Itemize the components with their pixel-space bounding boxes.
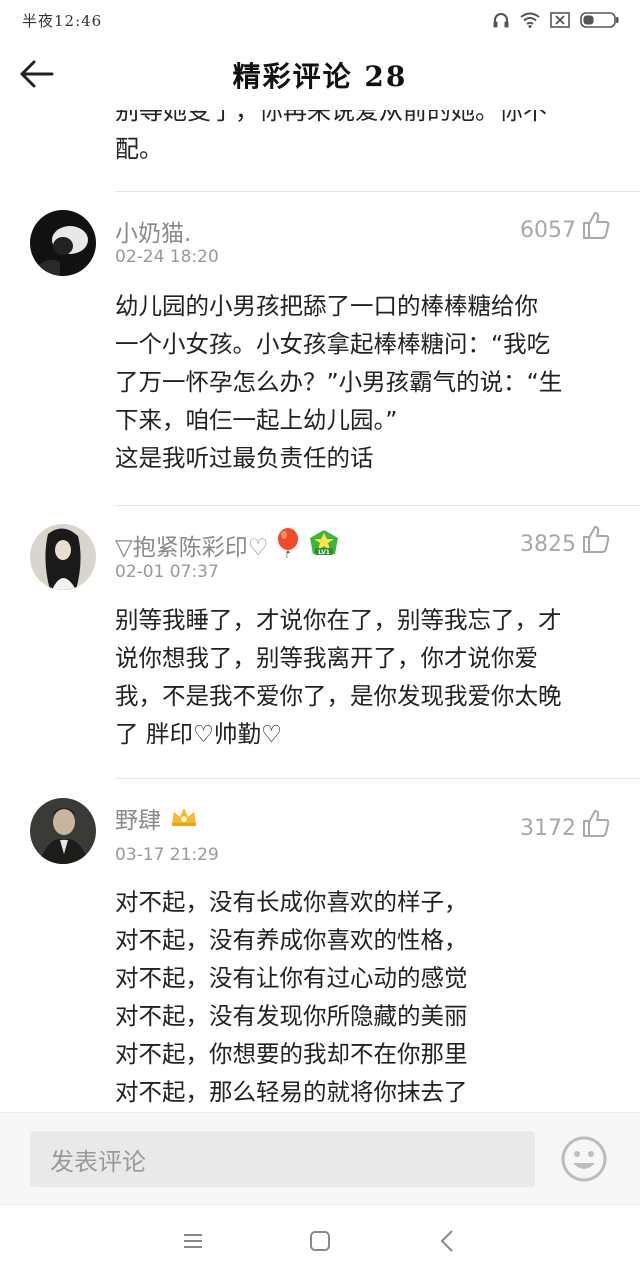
avatar[interactable]: [30, 210, 96, 276]
like-count: 3172: [520, 816, 576, 841]
status-icons: [492, 11, 620, 29]
crown-icon: [169, 804, 199, 832]
comment-input-bar: 发表评论: [0, 1112, 640, 1204]
headphone-icon: [492, 11, 510, 29]
partial-comment-text: 别等她变了，你再来说爱从前的她。你不 配。: [115, 110, 615, 168]
comment-line: 别等我睡了，才说你在了，别等我忘了，才: [115, 606, 562, 634]
avatar[interactable]: [30, 798, 96, 864]
home-square-icon: [309, 1230, 331, 1256]
comments-list[interactable]: 别等她变了，你再来说爱从前的她。你不 配。 小奶猫. 02-24 18:20 6…: [0, 110, 640, 1112]
page-title: 精彩评论 28: [232, 60, 408, 93]
comment-date: 02-01 07:37: [115, 562, 219, 582]
menu-icon: [182, 1232, 204, 1254]
comment-line: 对不起，那么轻易的就将你抹去了: [115, 1078, 468, 1106]
thumbs-up-icon: [582, 524, 610, 558]
comment-line: 了 胖印♡帅勤♡: [115, 720, 283, 748]
comment-line: 对不起，没有让你有过心动的感觉: [115, 964, 468, 992]
back-button[interactable]: [16, 56, 56, 96]
balloon-icon: [276, 528, 300, 562]
divider: [115, 778, 640, 779]
menu-button[interactable]: [173, 1223, 213, 1263]
sim-disabled-icon: [550, 12, 570, 28]
avatar[interactable]: [30, 524, 96, 590]
like-count: 3825: [520, 532, 576, 557]
username-row: 野肆: [115, 801, 199, 835]
level-badge-icon: LV1: [308, 529, 340, 561]
username-row: 小奶猫.: [115, 214, 191, 248]
comment-line: 幼儿园的小男孩把舔了一口的棒棒糖给你: [115, 292, 538, 320]
level-badge-label: LV1: [318, 549, 330, 556]
comment-line: 对不起，没有发现你所隐藏的美丽: [115, 1002, 468, 1030]
comment-line: 对不起，你想要的我却不在你那里: [115, 1040, 468, 1068]
system-back-button[interactable]: [427, 1223, 467, 1263]
comment-text: 对不起，没有长成你喜欢的样子， 对不起，没有养成你喜欢的性格， 对不起，没有让你…: [115, 883, 615, 1111]
wifi-icon: [520, 12, 540, 28]
arrow-left-icon: [18, 59, 54, 93]
divider: [115, 191, 640, 192]
comment-text: 幼儿园的小男孩把舔了一口的棒棒糖给你 一个小女孩。小女孩拿起棒棒糖问：“我吃 了…: [115, 287, 615, 477]
thumbs-up-icon: [582, 808, 610, 842]
status-bar: 半夜12:46: [0, 0, 640, 40]
comment-text: 别等我睡了，才说你在了，别等我忘了，才 说你想我了，别等我离开了，你才说你爱 我…: [115, 601, 615, 753]
partial-comment-line: 配。: [115, 135, 163, 163]
comment-date: 03-17 21:29: [115, 845, 219, 865]
like-count: 6057: [520, 218, 576, 243]
comment-line: 我，不是我不爱你了，是你发现我爱你太晚: [115, 682, 562, 710]
comment-date: 02-24 18:20: [115, 247, 219, 267]
comment-line: 对不起，没有养成你喜欢的性格，: [115, 926, 468, 954]
divider: [115, 505, 640, 506]
comment-input[interactable]: 发表评论: [30, 1131, 535, 1187]
emoji-button[interactable]: [560, 1135, 608, 1187]
battery-icon: [580, 12, 620, 28]
thumbs-up-icon: [582, 210, 610, 244]
partial-comment-line: 别等她变了，你再来说爱从前的她。你不: [115, 110, 547, 125]
username[interactable]: ▽抱紧陈彩印♡: [115, 528, 268, 562]
header: 精彩评论 28: [0, 40, 640, 110]
comment-line: 对不起，没有长成你喜欢的样子，: [115, 888, 468, 916]
comment-line: 了万一怀孕怎么办？”小男孩霸气的说：“生: [115, 368, 563, 396]
chevron-left-icon: [439, 1229, 455, 1257]
comment-line: 说你想我了，别等我离开了，你才说你爱: [115, 644, 538, 672]
username[interactable]: 小奶猫.: [115, 214, 191, 248]
system-nav-bar: [0, 1204, 640, 1280]
like-button[interactable]: 6057: [520, 210, 610, 244]
status-time: 半夜12:46: [22, 11, 103, 30]
like-button[interactable]: 3825: [520, 524, 610, 558]
comment-line: 下来，咱仨一起上幼儿园。”: [115, 406, 398, 434]
username-row: ▽抱紧陈彩印♡ LV1: [115, 528, 340, 562]
comment-line: 这是我听过最负责任的话: [115, 444, 374, 472]
home-button[interactable]: [300, 1223, 340, 1263]
like-button[interactable]: 3172: [520, 808, 610, 842]
comment-line: 一个小女孩。小女孩拿起棒棒糖问：“我吃: [115, 330, 551, 358]
username[interactable]: 野肆: [115, 801, 161, 835]
smiley-icon: [560, 1136, 608, 1187]
